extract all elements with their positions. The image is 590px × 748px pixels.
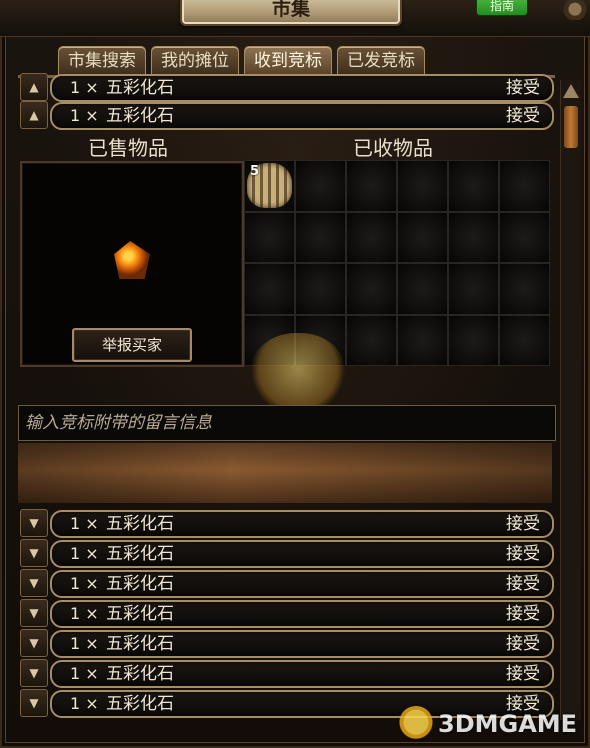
bid-item-name: 五彩化石: [106, 634, 174, 654]
grid-slot[interactable]: [295, 263, 346, 315]
bid-row: ▲ 1 × 五彩化石 接受: [20, 72, 554, 102]
sold-items-heading: 已售物品: [88, 136, 168, 160]
bid-row-pill: 1 × 五彩化石 接受: [50, 600, 554, 628]
grid-slot[interactable]: [499, 263, 550, 315]
grid-slot[interactable]: [346, 160, 397, 212]
accept-button[interactable]: 接受: [506, 542, 540, 566]
bid-quantity: 1 ×: [70, 574, 99, 593]
bid-quantity: 1 ×: [70, 544, 99, 563]
bid-row-pill: 1 × 五彩化石 接受: [50, 510, 554, 538]
bid-row: ▼ 1 × 五彩化石 接受: [20, 598, 554, 628]
chevron-up-icon[interactable]: ▲: [20, 101, 48, 129]
bid-row-pill: 1 × 五彩化石 接受: [50, 570, 554, 598]
grid-slot[interactable]: [295, 211, 346, 263]
grid-slot[interactable]: [397, 314, 448, 366]
received-items-heading: 已收物品: [353, 136, 433, 160]
accept-button[interactable]: 接受: [506, 76, 540, 100]
title-bar: 市集 指南: [0, 0, 590, 37]
grid-slot[interactable]: [244, 211, 295, 263]
bid-item-name: 五彩化石: [106, 106, 174, 126]
grid-slot[interactable]: [397, 211, 448, 263]
bid-quantity: 1 ×: [70, 664, 99, 683]
bid-row-pill: 1 × 五彩化石 接受: [50, 540, 554, 568]
accept-button[interactable]: 接受: [506, 602, 540, 626]
bid-row: ▲ 1 × 五彩化石 接受: [20, 100, 554, 130]
bid-quantity: 1 ×: [70, 514, 99, 533]
bid-row-pill: 1 × 五彩化石 接受: [50, 102, 554, 130]
chevron-down-icon[interactable]: ▼: [20, 569, 48, 597]
grid-slot[interactable]: [397, 263, 448, 315]
grid-slot[interactable]: [397, 160, 448, 212]
bid-quantity: 1 ×: [70, 634, 99, 653]
scrollbar-thumb[interactable]: [564, 106, 578, 148]
bid-item-name: 五彩化石: [106, 78, 174, 98]
bid-row: ▼ 1 × 五彩化石 接受: [20, 538, 554, 568]
chevron-down-icon[interactable]: ▼: [20, 509, 48, 537]
accept-button[interactable]: 接受: [506, 572, 540, 596]
chevron-down-icon[interactable]: ▼: [20, 599, 48, 627]
report-buyer-button[interactable]: 举报买家: [72, 328, 192, 362]
sold-items-panel: 举报买家: [20, 161, 244, 367]
guide-button[interactable]: 指南: [476, 0, 528, 16]
bid-row: ▼ 1 × 五彩化石 接受: [20, 508, 554, 538]
bid-quantity: 1 ×: [70, 78, 99, 97]
bid-row-pill: 1 × 五彩化石 接受: [50, 660, 554, 688]
grid-slot[interactable]: 5: [244, 160, 295, 212]
accept-button[interactable]: 接受: [506, 512, 540, 536]
grid-slot[interactable]: [499, 211, 550, 263]
bid-quantity: 1 ×: [70, 604, 99, 623]
accept-button[interactable]: 接受: [506, 662, 540, 686]
bid-row: ▼ 1 × 五彩化石 接受: [20, 658, 554, 688]
grid-slot[interactable]: [295, 160, 346, 212]
bid-row-pill: 1 × 五彩化石 接受: [50, 74, 554, 102]
chevron-up-icon[interactable]: ▲: [20, 73, 48, 101]
accept-button[interactable]: 接受: [506, 104, 540, 128]
chevron-down-icon[interactable]: ▼: [20, 689, 48, 717]
watermark: 3DMGAME: [398, 704, 577, 744]
tab-my-stall[interactable]: 我的摊位: [151, 46, 239, 75]
grid-slot[interactable]: [346, 314, 397, 366]
close-icon[interactable]: [560, 0, 590, 20]
grid-slot[interactable]: [499, 314, 550, 366]
grid-slot[interactable]: [448, 314, 499, 366]
window-title: 市集: [180, 0, 402, 26]
tab-market-search[interactable]: 市集搜索: [58, 46, 146, 75]
tab-sent-bids[interactable]: 已发竞标: [337, 46, 425, 75]
bid-item-name: 五彩化石: [106, 664, 174, 684]
watermark-mascot-icon: [398, 706, 434, 742]
grid-slot[interactable]: [346, 263, 397, 315]
bid-message-input[interactable]: 输入竞标附带的留言信息: [18, 405, 556, 441]
bid-row: ▼ 1 × 五彩化石 接受: [20, 628, 554, 658]
grid-slot[interactable]: [448, 160, 499, 212]
accept-button[interactable]: 接受: [506, 632, 540, 656]
bid-item-name: 五彩化石: [106, 574, 174, 594]
watermark-text: 3DMGAME: [438, 710, 578, 738]
grid-slot[interactable]: [448, 263, 499, 315]
chevron-down-icon[interactable]: ▼: [20, 539, 48, 567]
bid-quantity: 1 ×: [70, 106, 99, 125]
chevron-down-icon[interactable]: ▼: [20, 659, 48, 687]
bid-row: ▼ 1 × 五彩化石 接受: [20, 568, 554, 598]
item-stack-count: 5: [250, 164, 260, 179]
bid-row-pill: 1 × 五彩化石 接受: [50, 630, 554, 658]
tab-received-bids[interactable]: 收到竞标: [244, 46, 332, 75]
decorative-banner: [18, 443, 552, 503]
bid-item-name: 五彩化石: [106, 694, 174, 714]
grid-slot[interactable]: [346, 211, 397, 263]
grid-slot[interactable]: [244, 263, 295, 315]
mascot-watermark-icon: [250, 333, 346, 413]
scrollbar[interactable]: [560, 80, 581, 720]
bid-quantity: 1 ×: [70, 694, 99, 713]
bid-item-name: 五彩化石: [106, 544, 174, 564]
grid-slot[interactable]: [499, 160, 550, 212]
scroll-up-arrow-icon[interactable]: [563, 84, 579, 98]
bid-item-name: 五彩化石: [106, 514, 174, 534]
chromatic-fossil-icon[interactable]: [114, 241, 150, 279]
grid-slot[interactable]: [448, 211, 499, 263]
chevron-down-icon[interactable]: ▼: [20, 629, 48, 657]
bid-item-name: 五彩化石: [106, 604, 174, 624]
